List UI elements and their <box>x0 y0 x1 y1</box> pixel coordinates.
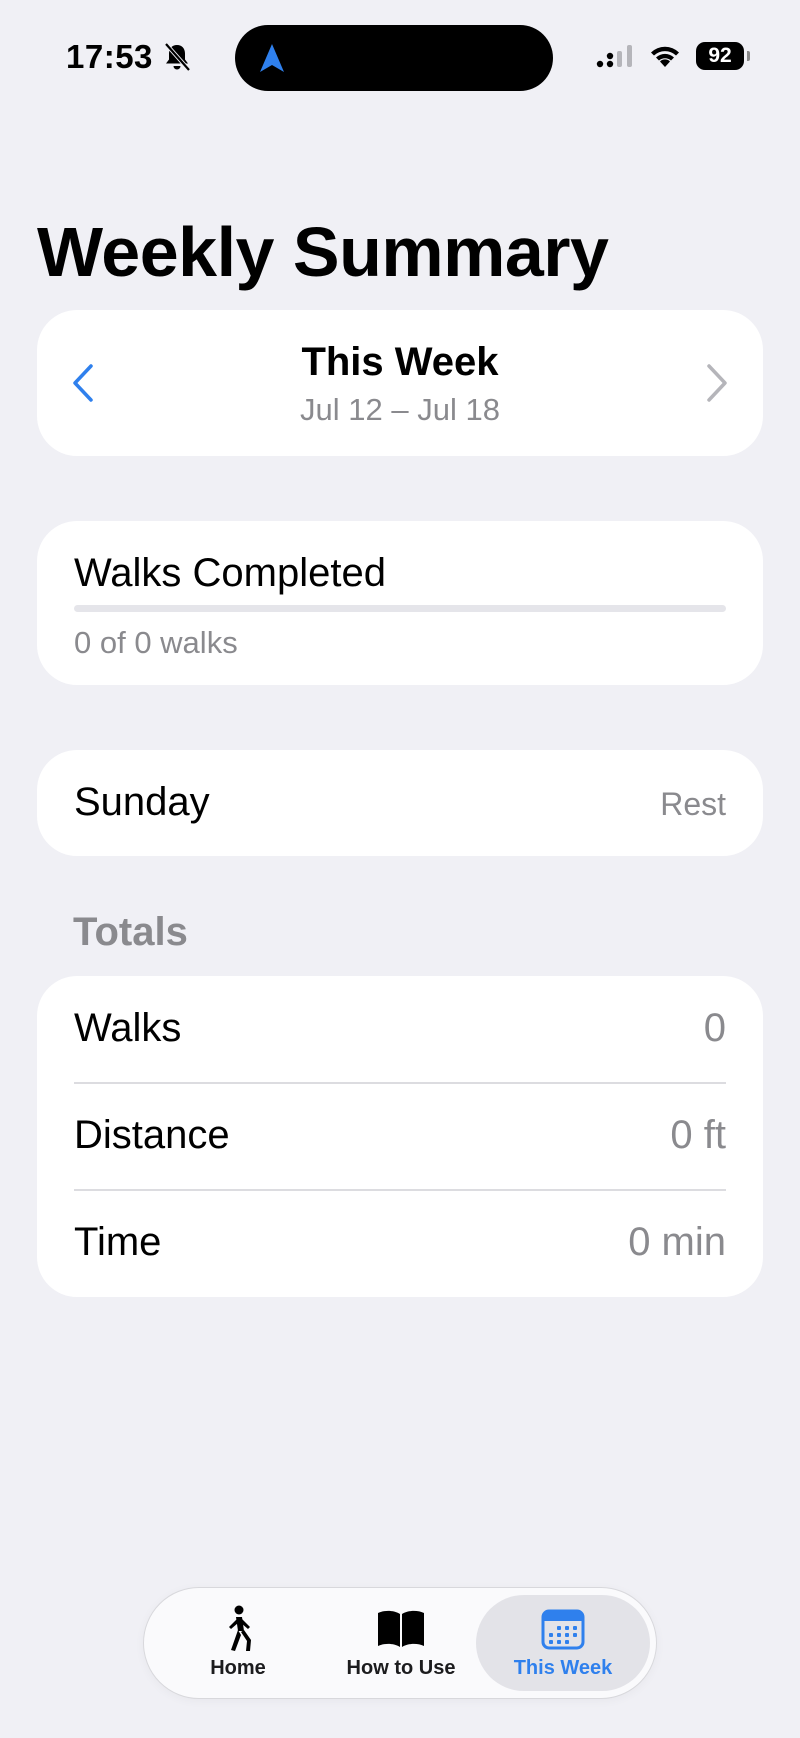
week-date-range: Jul 12 – Jul 18 <box>300 392 500 427</box>
book-icon <box>378 1610 424 1647</box>
dynamic-island <box>235 25 553 91</box>
tab-how-to-use-label: How to Use <box>346 1657 456 1679</box>
wifi-icon <box>651 46 679 67</box>
location-arrow-icon <box>260 44 284 72</box>
tab-bar: Home How to Use This Week <box>143 1587 657 1699</box>
week-selector-card: This Week Jul 12 – Jul 18 <box>37 310 763 456</box>
totals-distance-label: Distance <box>74 1113 230 1157</box>
tab-how-to-use[interactable]: How to Use <box>314 1595 488 1691</box>
totals-walks-label: Walks <box>74 1006 182 1050</box>
tab-home[interactable]: Home <box>151 1595 325 1691</box>
bell-slash-icon <box>164 42 191 72</box>
walks-completed-card: Walks Completed 0 of 0 walks <box>37 521 763 685</box>
walks-progress-bar <box>74 605 726 612</box>
calendar-icon <box>541 1609 585 1650</box>
week-title: This Week <box>301 340 499 384</box>
chevron-right-icon[interactable] <box>705 363 729 403</box>
totals-row-time: Time 0 min <box>37 1190 763 1297</box>
totals-row-walks: Walks 0 <box>37 976 763 1083</box>
totals-section-header: Totals <box>73 910 188 954</box>
day-row-card[interactable]: Sunday Rest <box>37 750 763 856</box>
tab-home-label: Home <box>210 1657 266 1679</box>
clock-text: 17:53 <box>66 38 153 75</box>
totals-walks-value: 0 <box>703 1006 726 1050</box>
page-title: Weekly Summary <box>37 213 609 291</box>
tab-this-week[interactable]: This Week <box>476 1595 650 1691</box>
walking-figure-icon <box>229 1605 251 1651</box>
totals-time-label: Time <box>74 1220 162 1264</box>
walks-completed-count: 0 of 0 walks <box>74 625 238 660</box>
status-indicators: 92 <box>596 42 750 70</box>
tab-this-week-label: This Week <box>513 1657 613 1679</box>
day-label: Sunday <box>74 780 210 824</box>
totals-time-value: 0 min <box>628 1220 726 1264</box>
battery-icon: 92 <box>696 42 750 70</box>
walks-completed-label: Walks Completed <box>74 551 386 595</box>
totals-distance-value: 0 ft <box>670 1113 726 1157</box>
day-status: Rest <box>660 786 726 822</box>
totals-card: Walks 0 Distance 0 ft Time 0 min <box>37 976 763 1297</box>
battery-level: 92 <box>708 44 732 67</box>
totals-row-distance: Distance 0 ft <box>37 1083 763 1190</box>
status-time: 17:53 <box>66 38 191 76</box>
signal-icon <box>596 45 632 68</box>
